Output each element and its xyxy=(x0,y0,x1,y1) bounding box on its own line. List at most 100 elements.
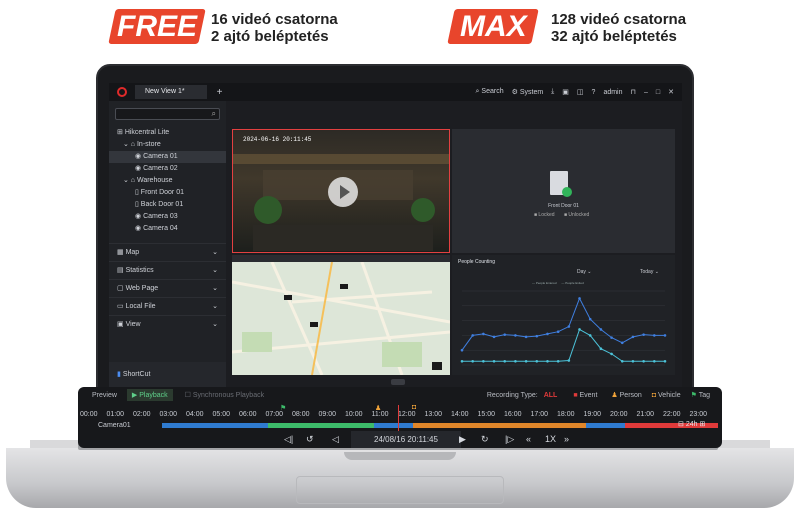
tree-item-label: Camera 03 xyxy=(143,213,178,220)
collapse-handle[interactable] xyxy=(391,379,405,385)
sidebar: ⌕ ⊞ Hikcentral Lite ⌄ ⌂ In-store ◉ Camer… xyxy=(109,101,226,388)
notification-icon[interactable]: ◫ xyxy=(577,88,584,96)
playback-tab-label: Playback xyxy=(139,392,168,399)
menu-map[interactable]: ▦ Map ⌄ xyxy=(109,243,226,261)
add-tab-icon[interactable]: + xyxy=(217,87,223,98)
recording-segment[interactable] xyxy=(413,423,586,428)
playback-tab[interactable]: ▶ Playback xyxy=(126,389,173,401)
next-frame-icon[interactable]: |▷ xyxy=(505,434,514,445)
chevron-down-icon: ⌄ xyxy=(212,321,218,328)
slow-down-icon[interactable]: « xyxy=(526,434,531,444)
hour-tick-label: 05:00 xyxy=(212,411,231,418)
laptop-notch xyxy=(344,452,456,460)
tree-item-door[interactable]: ▯ Front Door 01 xyxy=(109,187,226,199)
filter-event[interactable]: ■ Event xyxy=(573,392,597,399)
playback-controls: ◁| ↺ ◁ 24/08/16 20:11:45 ▶ ↻ |▷ « 1X » xyxy=(78,431,722,448)
tree-item-camera[interactable]: ◉ Camera 04 xyxy=(109,223,226,235)
search-button[interactable]: ⌕ Search xyxy=(476,88,504,96)
tree-group-warehouse[interactable]: ⌄ ⌂ Warehouse xyxy=(109,175,226,187)
door-locked-button[interactable]: ■ Locked xyxy=(534,212,555,218)
speed-up-icon[interactable]: » xyxy=(564,434,569,444)
data-point xyxy=(663,334,667,337)
zoom-controls[interactable]: ⊟ 24h ⊞ xyxy=(678,420,705,428)
timeline-cursor[interactable] xyxy=(398,405,399,431)
tree-item-camera[interactable]: ◉ Camera 02 xyxy=(109,163,226,175)
play-icon[interactable] xyxy=(328,177,358,207)
menu-statistics[interactable]: ▤ Statistics ⌄ xyxy=(109,261,226,279)
play-button-icon[interactable]: ▶ xyxy=(459,434,466,445)
menu-label: View xyxy=(125,321,141,328)
recording-type-all[interactable]: ALL xyxy=(544,392,558,399)
recording-segment[interactable] xyxy=(267,423,374,428)
filter-person[interactable]: ♟ Person xyxy=(611,391,641,399)
hour-tick-label: 15:00 xyxy=(477,411,496,418)
prev-frame-icon[interactable]: ◁| xyxy=(284,434,293,445)
data-point xyxy=(535,334,539,338)
range-dropdown[interactable]: Day ⌄ xyxy=(577,269,592,275)
sidebar-search-input[interactable]: ⌕ xyxy=(115,108,220,120)
data-point xyxy=(599,328,603,331)
tree-group-instore[interactable]: ⌄ ⌂ In-store xyxy=(109,139,226,151)
map-pane[interactable] xyxy=(232,255,450,375)
close-icon[interactable]: ✕ xyxy=(668,88,674,96)
system-button[interactable]: ⚙ System xyxy=(512,88,544,96)
filter-tag[interactable]: ⚑ Tag xyxy=(691,391,710,399)
hour-tick-label: 08:00 xyxy=(292,411,310,418)
forward-30-icon[interactable]: ↻ xyxy=(481,434,489,445)
step-back-icon[interactable]: ◁ xyxy=(332,434,339,445)
video-pane-camera[interactable]: 2024-06-16 20:11:45 xyxy=(232,129,450,253)
menu-view[interactable]: ▣ View ⌄ xyxy=(109,315,226,333)
menu-web-page[interactable]: ▢ Web Page ⌄ xyxy=(109,279,226,297)
data-point xyxy=(642,333,645,336)
data-point xyxy=(460,360,464,363)
people-counting-chart xyxy=(460,290,667,366)
app-window: New View 1* + ⌕ Search ⚙ System ⤓ ▣ ◫ ? … xyxy=(109,83,682,388)
menu-local-file[interactable]: ▭ Local File ⌄ xyxy=(109,297,226,315)
data-point xyxy=(524,335,528,339)
tree-item-camera[interactable]: ◉ Camera 03 xyxy=(109,211,226,223)
help-icon[interactable]: ? xyxy=(592,89,596,96)
shortcut-label: ShortCut xyxy=(122,371,151,378)
sync-playback-checkbox[interactable]: ☐ Synchronous Playback xyxy=(185,391,264,399)
recording-segment[interactable] xyxy=(161,423,268,428)
sync-playback-label: Synchronous Playback xyxy=(192,392,265,399)
lock-icon[interactable]: ⊓ xyxy=(631,88,636,96)
vehicle-icon: ◘ xyxy=(651,391,657,399)
data-point xyxy=(663,360,667,363)
tab-new-view[interactable]: New View 1* xyxy=(135,85,207,99)
tree-item-label: Camera 01 xyxy=(143,153,178,160)
recording-segment[interactable] xyxy=(585,423,626,428)
map-image xyxy=(232,262,450,375)
range-dropdown-label: Day xyxy=(577,269,586,275)
tree-item-camera[interactable]: ◉ Camera 01 xyxy=(109,151,226,163)
speed-label[interactable]: 1X xyxy=(545,434,556,444)
hour-tick-label: 11:00 xyxy=(371,411,389,418)
timeline-camera-label: Camera01 xyxy=(98,422,131,429)
data-point xyxy=(653,334,656,337)
menu-label: Local File xyxy=(125,303,156,310)
maximize-icon[interactable]: □ xyxy=(656,89,660,96)
preview-tab[interactable]: Preview xyxy=(92,392,117,399)
zoom-range-label: 24h xyxy=(685,421,698,428)
tree-item-door[interactable]: ▯ Back Door 01 xyxy=(109,199,226,211)
hour-tick-label: 14:00 xyxy=(451,411,469,418)
chevron-down-icon: ⌄ xyxy=(212,267,218,274)
data-point xyxy=(588,317,592,321)
data-point xyxy=(631,360,635,363)
export-icon[interactable]: ▣ xyxy=(562,88,569,96)
data-point xyxy=(642,360,645,363)
chevron-down-icon: ⌄ xyxy=(212,285,218,292)
filter-vehicle[interactable]: ◘ Vehicle xyxy=(652,392,681,399)
timeline-hour-labels: 00:00 01:00 02:00 03:00 04:00 05:00 06:00 07:00… xyxy=(78,411,722,421)
door-pane[interactable]: Front Door 01 ■ Locked ■ Unlocked xyxy=(452,129,675,253)
download-icon[interactable]: ⤓ xyxy=(551,88,554,96)
date-dropdown[interactable]: Today ⌄ xyxy=(640,269,659,275)
rewind-30-icon[interactable]: ↺ xyxy=(306,434,314,445)
tree-root[interactable]: ⊞ Hikcentral Lite xyxy=(109,127,226,139)
recording-segment[interactable] xyxy=(373,423,414,428)
data-point xyxy=(514,360,517,363)
user-menu[interactable]: admin xyxy=(603,89,622,96)
door-unlocked-button[interactable]: ■ Unlocked xyxy=(564,212,589,218)
minimize-icon[interactable]: – xyxy=(644,89,648,96)
shortcut-panel[interactable]: ▮ ShortCut xyxy=(109,362,226,388)
